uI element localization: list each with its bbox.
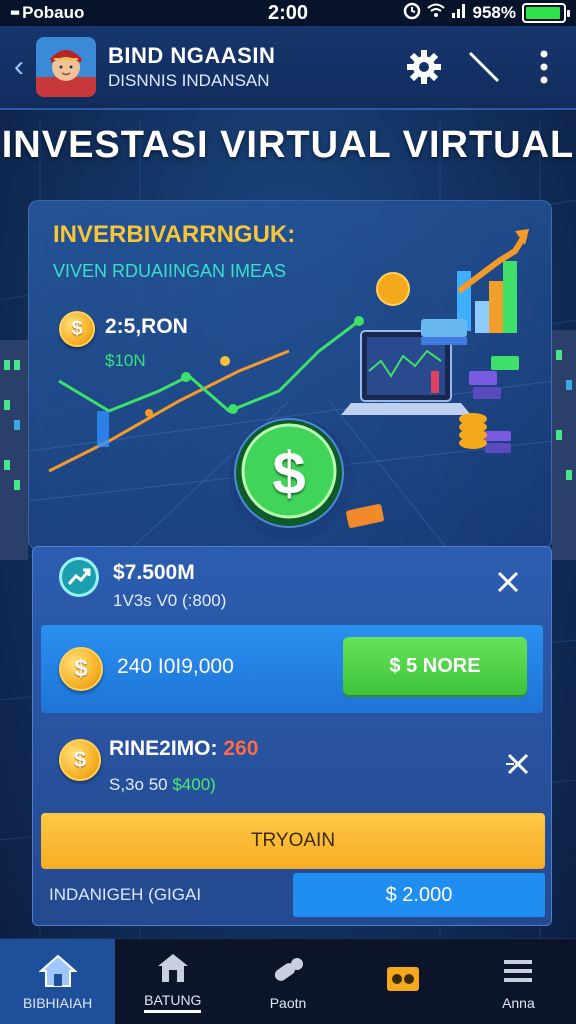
more-button[interactable]: [520, 43, 568, 91]
summary-label: INDANIGEH (GIGAI: [49, 885, 202, 904]
app-header: ‹ BIND NGAASIN DISNNIS INDANSAN: [0, 26, 576, 110]
more-vertical-icon: [540, 50, 548, 84]
home-icon: [38, 953, 78, 989]
trend-badge-icon: [59, 557, 99, 597]
nav-label: BATUNG: [144, 992, 202, 1013]
nav-item-paotn[interactable]: Paotn: [230, 939, 345, 1024]
balance-row: $ 240 I0I9,000 $ 5 NORE: [41, 625, 543, 713]
settings-button[interactable]: [400, 43, 448, 91]
nav-item-ticket[interactable]: [346, 939, 461, 1024]
summary-value-button[interactable]: $ 2.000: [293, 873, 545, 917]
nav-item-menu[interactable]: Anna: [461, 939, 576, 1024]
price-value: RINE2IMO: 260: [109, 737, 259, 760]
hero-card: INVERBIVARRNGUK: VIVEN RDUAIINGAN IMEAS …: [28, 200, 552, 550]
wifi-icon: [426, 3, 445, 24]
hero-amount-sub: $10N: [105, 351, 146, 370]
battery-text: 958%: [472, 3, 516, 22]
avatar[interactable]: [36, 37, 96, 97]
gear-icon: [407, 50, 441, 84]
coin-icon: $: [59, 647, 103, 691]
status-bar: ▪▪ Pobauo 2:00 958%: [0, 0, 576, 26]
summary-row: INDANIGEH (GIGAI $ 2.000: [33, 871, 553, 919]
more-button-green[interactable]: $ 5 NORE: [343, 637, 527, 695]
big-dollar-icon: $: [272, 439, 306, 507]
signal-dots-icon: ▪▪: [10, 3, 20, 22]
close-button-2[interactable]: [501, 747, 535, 781]
close-button[interactable]: [491, 565, 525, 599]
nav-item-batung[interactable]: BATUNG: [115, 939, 230, 1024]
nav-label: Paotn: [269, 994, 307, 1011]
cell-signal-icon: [451, 3, 467, 24]
page-title: INVESTASI VIRTUAL VIRTUAL: [1, 124, 575, 166]
close-icon: [497, 571, 519, 593]
price-sub: S,3o 50 $400): [109, 775, 216, 794]
close-icon: [506, 753, 529, 775]
try-button[interactable]: TRYOAIN: [41, 813, 545, 869]
house-icon: [153, 950, 193, 986]
carrier: ▪▪ Pobauo: [10, 3, 403, 23]
investment-sub: 1V3s V0 (:800): [113, 591, 227, 610]
ticket-icon: [383, 961, 423, 997]
carrier-name: Pobauo: [22, 3, 85, 22]
pills-icon: [268, 953, 308, 989]
hero-amount: 2:5,RON: [105, 315, 188, 338]
coin-icon: $: [59, 311, 95, 347]
alarm-icon: [403, 2, 421, 25]
nav-label: BIBHIAIAH: [22, 994, 93, 1011]
balance-value: 240 I0I9,000: [117, 655, 234, 678]
hero-title: INVERBIVARRNGUK:: [53, 221, 296, 248]
back-button[interactable]: ‹: [8, 50, 30, 84]
nav-item-home[interactable]: BIBHIAIAH: [0, 939, 116, 1024]
investment-panel: $7.500M 1V3s V0 (:800) $ 240 I0I9,000 $ …: [32, 546, 552, 926]
coin-icon: $: [59, 739, 101, 781]
slash-icon: [468, 51, 500, 83]
battery-icon: [522, 3, 570, 23]
nav-label: Anna: [502, 994, 535, 1011]
hero-subtitle: VIVEN RDUAIINGAN IMEAS: [53, 261, 287, 281]
edit-button[interactable]: [460, 43, 508, 91]
investment-value: $7.500M: [113, 561, 195, 584]
investment-row[interactable]: $7.500M 1V3s V0 (:800): [33, 547, 553, 625]
header-title: BIND NGAASIN: [108, 43, 276, 68]
header-subtitle: DISNNIS INDANSAN: [108, 71, 270, 90]
chevron-left-icon: ‹: [14, 50, 24, 83]
menu-icon: [498, 953, 538, 989]
price-row[interactable]: $ RINE2IMO: 260 S,3o 50 $400): [41, 725, 543, 805]
bottom-nav: BIBHIAIAH BATUNG Paotn Anna: [0, 938, 576, 1024]
